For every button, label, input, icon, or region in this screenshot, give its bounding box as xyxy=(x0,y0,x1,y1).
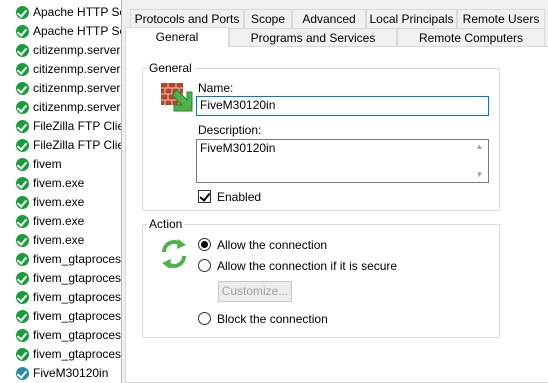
description-text: FiveM30120in xyxy=(200,141,276,155)
list-item[interactable]: fivem.exe xyxy=(0,231,121,250)
rule-label: citizenmp.server xyxy=(33,43,121,57)
rule-label: fivem_gtaproces xyxy=(33,252,121,266)
enabled-check-icon xyxy=(16,82,29,95)
tab-programs-and-services[interactable]: Programs and Services xyxy=(229,28,397,47)
list-item[interactable]: fivem_gtaproces xyxy=(0,307,121,326)
allow-connection-radio[interactable] xyxy=(198,238,211,251)
name-label: Name: xyxy=(198,81,234,95)
enabled-check-icon xyxy=(16,44,29,57)
list-item[interactable]: citizenmp.server xyxy=(0,98,121,117)
general-group: General xyxy=(142,61,500,211)
rule-label: fivem_gtaproces xyxy=(33,347,121,361)
enabled-check-icon xyxy=(16,234,29,247)
general-tab-panel: General Name: FiveM30120in Description: … xyxy=(125,46,548,383)
list-item[interactable]: citizenmp.server xyxy=(0,41,121,60)
enabled-check-icon xyxy=(16,63,29,76)
allow-if-secure-label: Allow the connection if it is secure xyxy=(217,259,398,273)
enabled-check-icon xyxy=(16,310,29,323)
list-item[interactable]: fivem.exe xyxy=(0,212,121,231)
enabled-check-icon xyxy=(16,6,29,19)
enabled-check-icon xyxy=(16,196,29,209)
tab-advanced[interactable]: Advanced xyxy=(292,9,366,28)
rule-label: fivem_gtaproces xyxy=(33,271,121,285)
enabled-check-icon xyxy=(16,25,29,38)
enabled-check-icon xyxy=(16,272,29,285)
rule-label: fivem.exe xyxy=(33,176,85,190)
list-item[interactable]: FileZilla FTP Clie xyxy=(0,136,121,155)
list-item[interactable]: fivem_gtaproces xyxy=(0,288,121,307)
enabled-check-icon xyxy=(16,329,29,342)
enabled-check-icon xyxy=(16,177,29,190)
enabled-check-icon xyxy=(16,253,29,266)
list-item[interactable]: fivem_gtaproces xyxy=(0,269,121,288)
scroll-up-arrow-icon[interactable]: ▲ xyxy=(473,142,486,152)
general-group-legend: General xyxy=(149,61,192,75)
rule-label: fivem_gtaproces xyxy=(33,328,121,342)
rule-label: fivem.exe xyxy=(33,195,85,209)
block-connection-label: Block the connection xyxy=(217,312,328,326)
list-item[interactable]: fivem_gtaproces xyxy=(0,326,121,345)
tab-remote-computers[interactable]: Remote Computers xyxy=(397,28,545,47)
allow-if-secure-radio[interactable] xyxy=(198,259,211,272)
rule-label: Apache HTTP Se xyxy=(33,24,121,38)
description-label: Description: xyxy=(198,123,262,137)
list-item[interactable]: Apache HTTP Se xyxy=(0,3,121,22)
tab-remote-users[interactable]: Remote Users xyxy=(457,9,545,28)
rule-label: fivem.exe xyxy=(33,214,85,228)
name-input[interactable]: FiveM30120in xyxy=(196,96,489,116)
list-item[interactable]: FileZilla FTP Clie xyxy=(0,117,121,136)
list-item[interactable]: citizenmp.server xyxy=(0,79,121,98)
list-item[interactable]: FiveM30120in xyxy=(0,364,121,383)
list-item[interactable]: fivem xyxy=(0,155,121,174)
action-arrows-icon xyxy=(162,239,186,269)
firewall-rule-icon xyxy=(161,83,193,112)
rule-label: fivem xyxy=(33,157,62,171)
action-group-legend: Action xyxy=(149,217,183,231)
description-textarea[interactable]: FiveM30120in ▲ ▼ xyxy=(196,139,489,183)
rule-label: FileZilla FTP Clie xyxy=(33,119,121,133)
list-item[interactable]: fivem.exe xyxy=(0,193,121,212)
enabled-check-icon xyxy=(16,367,29,380)
scroll-down-arrow-icon[interactable]: ▼ xyxy=(473,170,486,180)
list-item[interactable]: fivem_gtaproces xyxy=(0,250,121,269)
enabled-check-icon xyxy=(16,139,29,152)
enabled-checkbox[interactable] xyxy=(198,190,211,203)
tab-general[interactable]: General xyxy=(125,27,229,47)
rule-properties-dialog: Protocols and Ports Scope Advanced Local… xyxy=(121,0,548,383)
rule-label: fivem_gtaproces xyxy=(33,290,121,304)
rule-list[interactable]: Apache HTTP Se Apache HTTP Se citizenmp.… xyxy=(0,0,121,383)
rule-label: citizenmp.server xyxy=(33,81,121,95)
block-connection-radio[interactable] xyxy=(198,312,211,325)
rule-label: fivem.exe xyxy=(33,233,85,247)
enabled-check-icon xyxy=(16,120,29,133)
enabled-label: Enabled xyxy=(217,190,262,204)
enabled-check-icon xyxy=(16,215,29,228)
enabled-check-icon xyxy=(16,291,29,304)
list-item[interactable]: fivem_gtaproces xyxy=(0,345,121,364)
rule-label: citizenmp.server xyxy=(33,100,121,114)
list-item[interactable]: fivem.exe xyxy=(0,174,121,193)
enabled-check-icon xyxy=(16,158,29,171)
rule-label: Apache HTTP Se xyxy=(33,5,121,19)
rule-label: fivem_gtaproces xyxy=(33,309,121,323)
rule-label: citizenmp.server xyxy=(33,62,121,76)
tab-local-principals[interactable]: Local Principals xyxy=(366,9,457,28)
tab-protocols-and-ports[interactable]: Protocols and Ports xyxy=(130,9,244,28)
rule-label: FileZilla FTP Clie xyxy=(33,138,121,152)
enabled-check-icon xyxy=(16,348,29,361)
rule-label: FiveM30120in xyxy=(33,366,109,380)
allow-connection-label: Allow the connection xyxy=(217,238,328,252)
list-item[interactable]: Apache HTTP Se xyxy=(0,22,121,41)
list-item[interactable]: citizenmp.server xyxy=(0,60,121,79)
customize-button[interactable]: Customize... xyxy=(218,281,292,302)
enabled-check-icon xyxy=(16,101,29,114)
tab-scope[interactable]: Scope xyxy=(244,9,292,28)
